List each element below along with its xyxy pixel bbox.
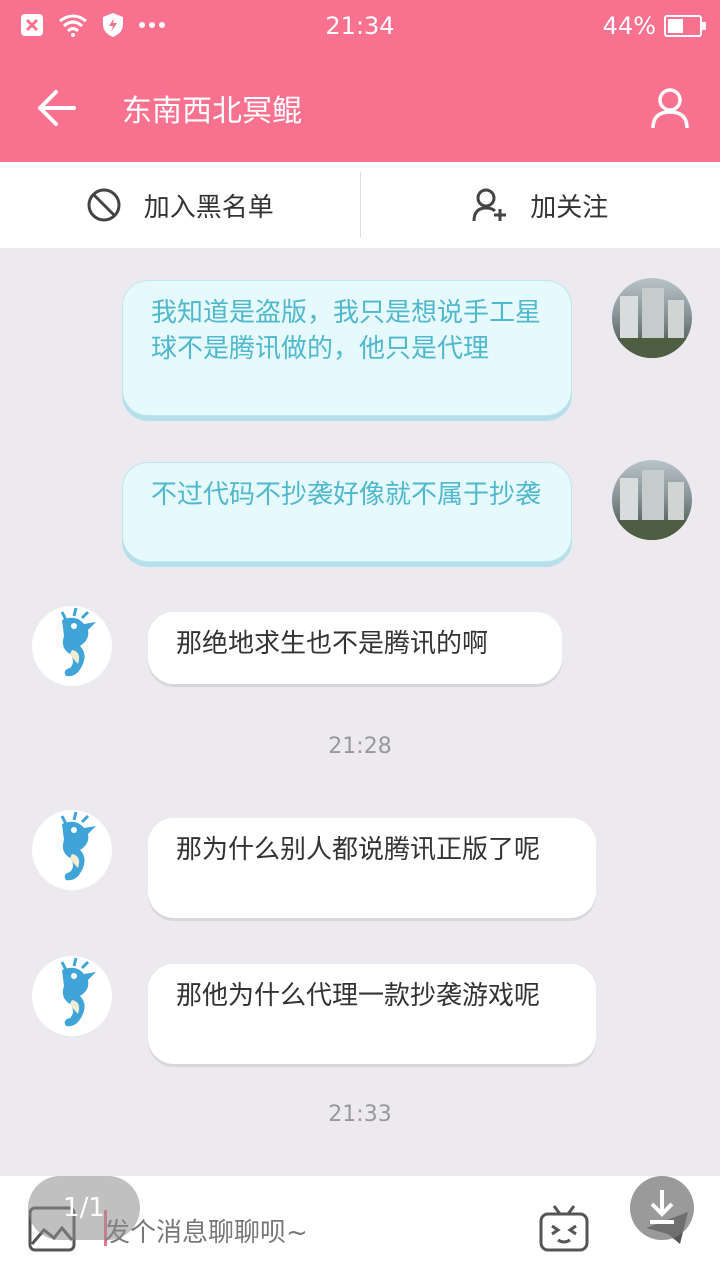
avatar-photo [612, 288, 692, 358]
seahorse-icon [60, 957, 96, 1027]
avatar-photo [612, 470, 692, 540]
timestamp: 21:28 [328, 734, 392, 759]
avatar-other[interactable] [32, 956, 112, 1036]
user-icon[interactable] [650, 86, 690, 130]
blacklist-button[interactable]: 加入黑名单 [0, 162, 360, 248]
avatar-other[interactable] [32, 810, 112, 890]
status-bar: 21:34 44% [0, 0, 720, 52]
follow-button[interactable]: 加关注 [361, 162, 720, 248]
action-bar: 加入黑名单 加关注 [0, 162, 720, 248]
battery-fill [668, 19, 683, 33]
avatar-me[interactable] [612, 278, 692, 358]
battery-icon [664, 15, 706, 37]
arrow-left-icon[interactable] [34, 86, 78, 130]
emoji-tv-icon[interactable] [538, 1204, 590, 1254]
message-bubble-me[interactable]: 不过代码不抄袭好像就不属于抄袭 [122, 462, 572, 562]
image-pager: 1/1 [28, 1176, 140, 1240]
avatar-me[interactable] [612, 460, 692, 540]
chat-header: 东南西北冥鲲 [0, 52, 720, 162]
block-icon [87, 188, 121, 222]
blacklist-label: 加入黑名单 [143, 192, 274, 223]
status-right: 44% [602, 12, 706, 40]
download-button[interactable] [630, 1176, 694, 1240]
message-bubble-other[interactable]: 那为什么别人都说腾讯正版了呢 [148, 818, 596, 918]
seahorse-icon [60, 811, 96, 881]
download-icon [650, 1190, 674, 1224]
message-bubble-me[interactable]: 我知道是盗版，我只是想说手工星球不是腾讯做的，他只是代理 [122, 280, 572, 416]
message-bubble-other[interactable]: 那他为什么代理一款抄袭游戏呢 [148, 964, 596, 1064]
add-user-icon [472, 188, 507, 222]
avatar-other[interactable] [32, 606, 112, 686]
timestamp: 21:33 [328, 1102, 392, 1127]
battery-percent: 44% [602, 12, 656, 40]
message-bubble-other[interactable]: 那绝地求生也不是腾讯的啊 [148, 612, 562, 684]
follow-label: 加关注 [530, 192, 609, 223]
chat-title: 东南西北冥鲲 [122, 94, 302, 129]
seahorse-icon [60, 607, 96, 677]
